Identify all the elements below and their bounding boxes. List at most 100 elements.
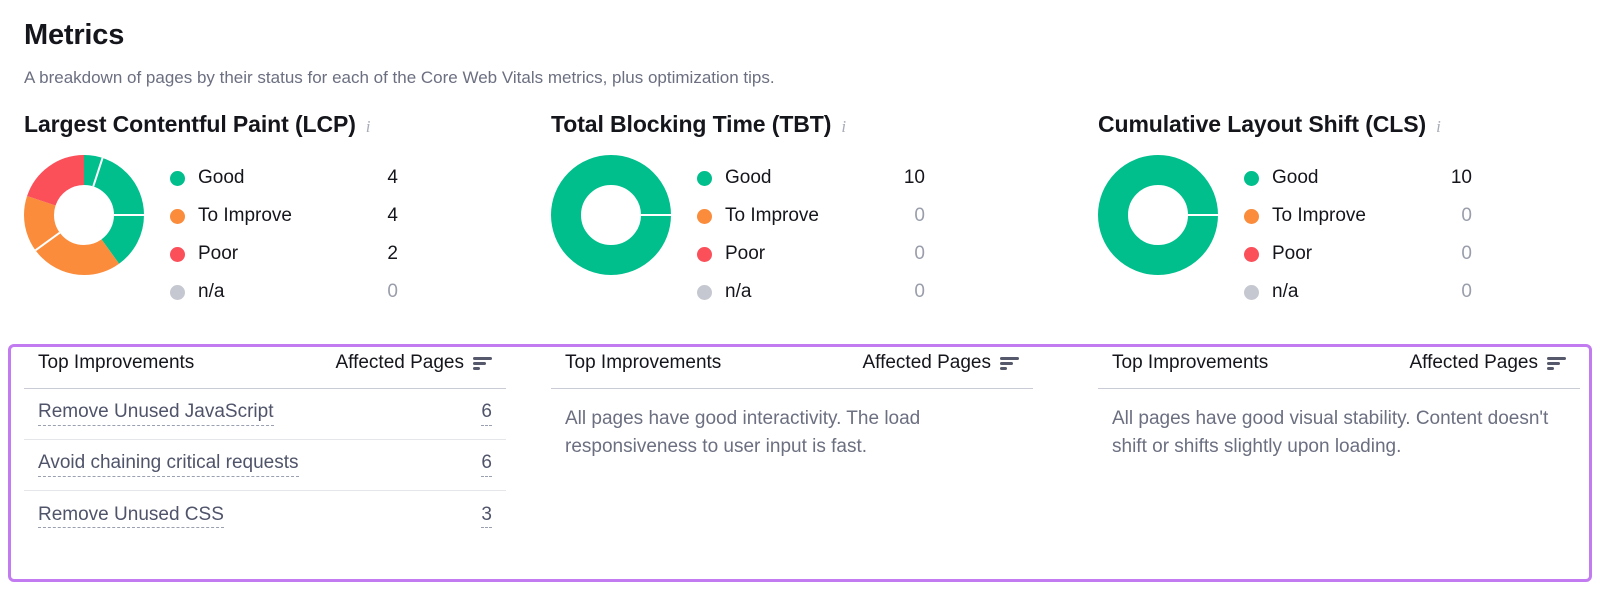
- donut-chart-cls: [1098, 155, 1218, 276]
- improvements-col-tbt: Top Improvements Affected Pages All page…: [548, 352, 1072, 542]
- legend-label-to-improve: To Improve: [725, 205, 819, 227]
- table-row: Remove Unused JavaScript 6: [24, 389, 506, 440]
- legend-value-to-improve: 0: [914, 205, 925, 227]
- improvement-count[interactable]: 6: [481, 401, 492, 426]
- donut-svg-lcp: [24, 155, 144, 276]
- legend-label-poor: Poor: [1272, 243, 1313, 265]
- improvements-empty-message-tbt: All pages have good interactivity. The l…: [565, 408, 921, 458]
- improvements-col-cls: Top Improvements Affected Pages All page…: [1072, 352, 1596, 542]
- page-header: Metrics A breakdown of pages by their st…: [0, 0, 1600, 89]
- info-icon[interactable]: i: [841, 118, 846, 135]
- donut-chart-tbt: [551, 155, 671, 276]
- col-header-affected-pages: Affected Pages: [862, 352, 991, 373]
- legend-row-na: n/a 0: [1244, 273, 1472, 311]
- sort-icon[interactable]: [1000, 356, 1019, 371]
- page-subtitle: A breakdown of pages by their status for…: [24, 67, 775, 87]
- metric-body-cls: Good 10 To Improve 0 Poor 0 n/a 0: [1098, 155, 1596, 311]
- legend-row-poor: Poor 0: [697, 235, 925, 273]
- legend-cls: Good 10 To Improve 0 Poor 0 n/a 0: [1244, 155, 1472, 311]
- page-title: Metrics: [24, 19, 125, 51]
- legend-label-good: Good: [725, 167, 772, 189]
- legend-dot-na: [697, 284, 712, 300]
- legend-value-to-improve: 4: [387, 205, 398, 227]
- metric-heading-cls: Cumulative Layout Shift (CLS) i: [1098, 111, 1596, 139]
- sort-icon[interactable]: [473, 356, 492, 371]
- legend-row-good: Good 10: [1244, 159, 1472, 197]
- improvement-count[interactable]: 6: [481, 452, 492, 477]
- legend-row-to-improve: To Improve 0: [1244, 197, 1472, 235]
- col-header-top-improvements: Top Improvements: [38, 352, 195, 373]
- metric-heading-lcp: Largest Contentful Paint (LCP) i: [24, 111, 548, 139]
- donut-svg-cls: [1098, 155, 1218, 276]
- table-row: Remove Unused CSS 3: [24, 491, 506, 542]
- legend-value-good: 10: [903, 167, 925, 189]
- improvement-link[interactable]: Remove Unused CSS: [38, 504, 224, 529]
- donut-svg-tbt: [551, 155, 671, 276]
- legend-label-poor: Poor: [198, 243, 239, 265]
- legend-row-na: n/a 0: [697, 273, 925, 311]
- legend-row-to-improve: To Improve 4: [170, 197, 398, 235]
- legend-value-good: 4: [387, 167, 398, 189]
- legend-dot-poor: [1244, 246, 1259, 262]
- legend-value-poor: 0: [914, 243, 925, 265]
- col-header-affected-pages-group: Affected Pages: [1409, 352, 1566, 374]
- legend-value-na: 0: [914, 281, 925, 303]
- info-icon[interactable]: i: [366, 118, 371, 135]
- improvements-header-cls: Top Improvements Affected Pages: [1098, 352, 1580, 389]
- legend-label-na: n/a: [725, 281, 752, 303]
- legend-row-na: n/a 0: [170, 273, 398, 311]
- legend-label-to-improve: To Improve: [1272, 205, 1366, 227]
- legend-row-good: Good 4: [170, 159, 398, 197]
- legend-dot-to-improve: [1244, 208, 1259, 224]
- improvements-empty-message-cls: All pages have good visual stability. Co…: [1112, 408, 1549, 458]
- legend-dot-na: [170, 284, 185, 300]
- col-header-affected-pages-group: Affected Pages: [862, 352, 1019, 374]
- metric-body-lcp: Good 4 To Improve 4 Poor 2 n/a 0: [24, 155, 548, 311]
- col-header-affected-pages-group: Affected Pages: [335, 352, 492, 374]
- col-header-affected-pages: Affected Pages: [1409, 352, 1538, 373]
- metrics-page: Metrics A breakdown of pages by their st…: [0, 0, 1600, 593]
- improvement-link[interactable]: Avoid chaining critical requests: [38, 452, 299, 477]
- legend-value-to-improve: 0: [1461, 205, 1472, 227]
- metric-card-lcp: Largest Contentful Paint (LCP) i Good 4 …: [24, 111, 548, 312]
- legend-row-good: Good 10: [697, 159, 925, 197]
- metric-title-cls: Cumulative Layout Shift (CLS): [1098, 110, 1427, 137]
- donut-chart-lcp: [24, 155, 144, 276]
- legend-value-na: 0: [1461, 281, 1472, 303]
- info-icon[interactable]: i: [1436, 118, 1441, 135]
- legend-label-good: Good: [1272, 167, 1319, 189]
- metric-card-tbt: Total Blocking Time (TBT) i Good 10 To I…: [548, 111, 1072, 312]
- metric-card-cls: Cumulative Layout Shift (CLS) i Good 10 …: [1072, 111, 1596, 312]
- legend-dot-poor: [697, 246, 712, 262]
- legend-tbt: Good 10 To Improve 0 Poor 0 n/a 0: [697, 155, 925, 311]
- table-row: Avoid chaining critical requests 6: [24, 440, 506, 491]
- improvements-header-lcp: Top Improvements Affected Pages: [24, 352, 506, 389]
- legend-row-to-improve: To Improve 0: [697, 197, 925, 235]
- legend-value-good: 10: [1450, 167, 1472, 189]
- legend-dot-na: [1244, 284, 1259, 300]
- metric-heading-tbt: Total Blocking Time (TBT) i: [551, 111, 1072, 139]
- legend-dot-good: [1244, 170, 1259, 186]
- legend-lcp: Good 4 To Improve 4 Poor 2 n/a 0: [170, 155, 398, 311]
- improvement-link[interactable]: Remove Unused JavaScript: [38, 401, 274, 426]
- legend-row-poor: Poor 2: [170, 235, 398, 273]
- legend-value-poor: 0: [1461, 243, 1472, 265]
- legend-dot-poor: [170, 246, 185, 262]
- sort-icon[interactable]: [1547, 356, 1566, 371]
- improvements-header-tbt: Top Improvements Affected Pages: [551, 352, 1033, 389]
- legend-label-good: Good: [198, 167, 245, 189]
- improvements-list-lcp: Remove Unused JavaScript 6 Avoid chainin…: [24, 389, 506, 542]
- legend-dot-to-improve: [697, 208, 712, 224]
- improvement-count[interactable]: 3: [481, 504, 492, 529]
- legend-value-na: 0: [387, 281, 398, 303]
- metrics-row: Largest Contentful Paint (LCP) i Good 4 …: [0, 111, 1600, 312]
- legend-dot-good: [697, 170, 712, 186]
- metric-title-tbt: Total Blocking Time (TBT): [551, 110, 832, 137]
- improvements-row: Top Improvements Affected Pages Remove U…: [0, 352, 1600, 542]
- metric-body-tbt: Good 10 To Improve 0 Poor 0 n/a 0: [551, 155, 1072, 311]
- legend-label-na: n/a: [198, 281, 225, 303]
- col-header-affected-pages: Affected Pages: [335, 352, 464, 373]
- legend-dot-to-improve: [170, 208, 185, 224]
- legend-label-to-improve: To Improve: [198, 205, 292, 227]
- legend-label-poor: Poor: [725, 243, 766, 265]
